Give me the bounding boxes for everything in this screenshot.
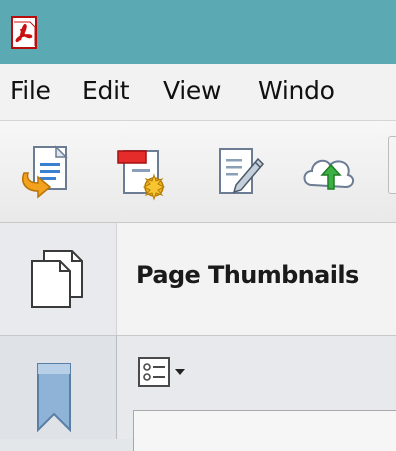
- panel-title: Page Thumbnails: [136, 261, 359, 289]
- thumbnails-pane[interactable]: [133, 410, 396, 451]
- menu-file[interactable]: File: [10, 76, 51, 105]
- menu-window[interactable]: Windo: [258, 76, 335, 105]
- thumbnail-panel: [117, 336, 396, 451]
- cloud-upload-icon[interactable]: [298, 141, 358, 201]
- acrobat-pdf-icon[interactable]: [8, 16, 42, 50]
- panel-tab-pages[interactable]: [0, 223, 117, 335]
- open-file-icon[interactable]: [16, 141, 76, 201]
- page-thumbnails-icon: [31, 250, 83, 308]
- navigation-left-rail: [0, 336, 117, 439]
- menu-bar: File Edit View Windo: [0, 64, 396, 121]
- title-bar: [0, 0, 396, 64]
- toolbar-next-button-edge[interactable]: [388, 136, 396, 194]
- navigation-panel-header: Page Thumbnails: [0, 223, 396, 336]
- edit-document-icon[interactable]: [208, 141, 268, 201]
- toolbar: [0, 121, 396, 223]
- create-pdf-icon[interactable]: [112, 141, 172, 201]
- menu-edit[interactable]: Edit: [82, 76, 130, 105]
- menu-view[interactable]: View: [163, 76, 221, 105]
- thumbnail-options-button[interactable]: [137, 356, 189, 388]
- bookmark-icon[interactable]: [34, 360, 76, 434]
